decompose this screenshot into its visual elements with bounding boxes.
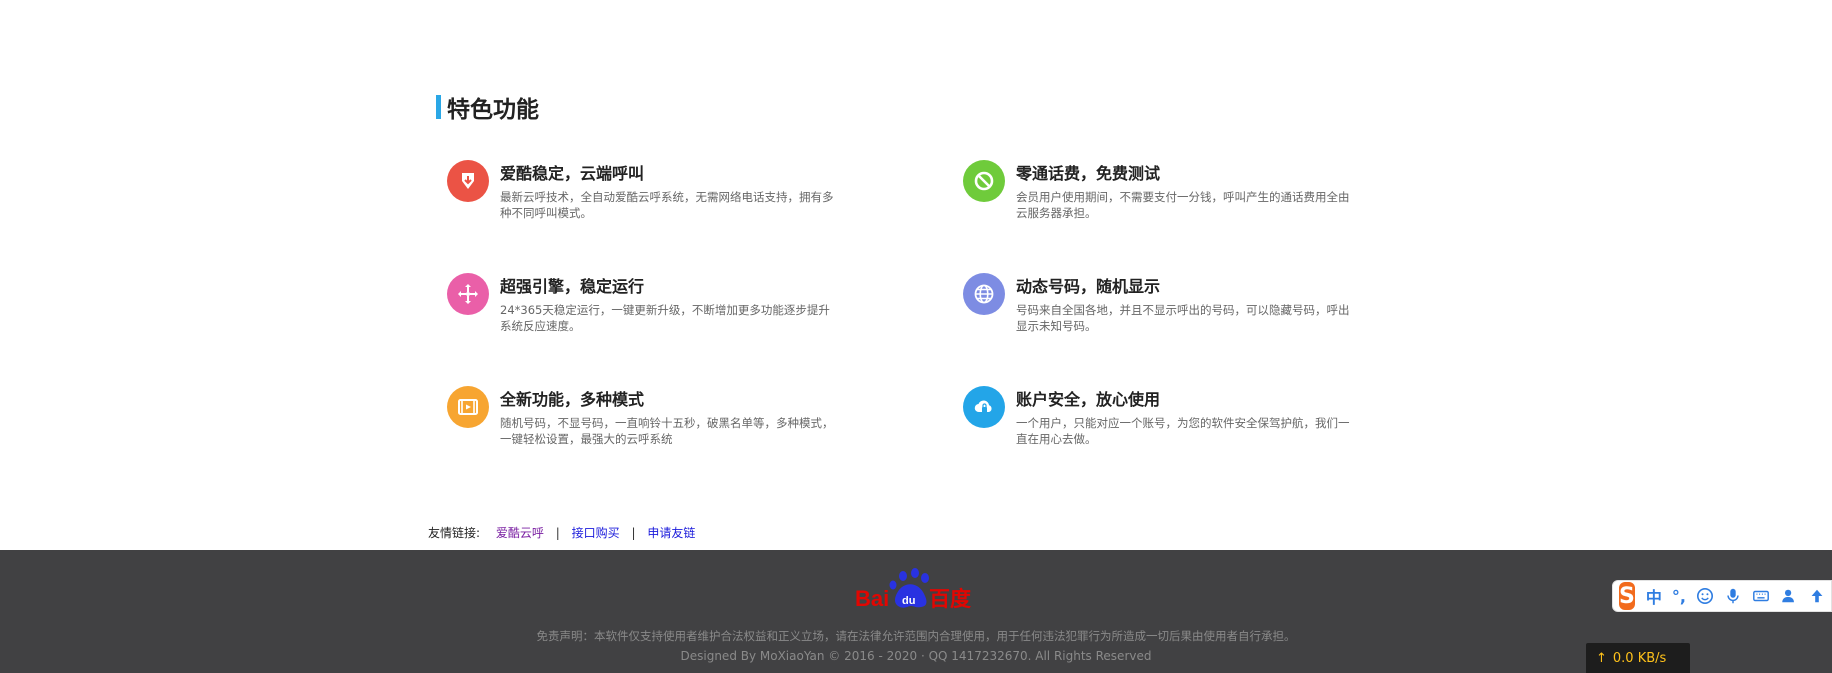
keyboard-icon[interactable] xyxy=(1752,587,1770,605)
friend-link-aiku[interactable]: 爱酷云呼 xyxy=(496,526,544,540)
feature-title: 零通话费，免费测试 xyxy=(1016,164,1161,183)
ime-punctuation-toggle[interactable]: °, xyxy=(1672,587,1686,606)
network-speed-value: 0.0 KB/s xyxy=(1612,650,1667,666)
friend-link-api-purchase[interactable]: 接口购买 xyxy=(572,526,620,540)
film-icon xyxy=(447,386,489,428)
upload-icon[interactable] xyxy=(1808,587,1826,605)
feature-description: 会员用户使用期间，不需要支付一分钱，呼叫产生的通话费用全由云服务器承担。 xyxy=(1016,190,1350,220)
feature-description: 一个用户，只能对应一个账号，为您的软件安全保驾护航，我们一直在用心去做。 xyxy=(1016,416,1350,446)
feature-description: 随机号码，不显号码，一直响铃十五秒，破黑名单等，多种模式，一键轻松设置，最强大的… xyxy=(500,416,834,446)
title-accent-bar xyxy=(436,95,441,119)
feature-description: 最新云呼技术，全自动爱酷云呼系统，无需网络电话支持，拥有多种不同呼叫模式。 xyxy=(500,190,834,220)
section-title: 特色功能 xyxy=(436,90,539,124)
feature-title: 动态号码，随机显示 xyxy=(1016,277,1161,296)
baidu-logo[interactable]: Bai du 百度 xyxy=(855,566,975,612)
emoji-icon[interactable] xyxy=(1696,587,1714,605)
link-separator: | xyxy=(555,526,560,540)
feature-title: 超强引擎，稳定运行 xyxy=(500,277,645,296)
feature-title: 爱酷稳定，云端呼叫 xyxy=(500,164,645,183)
move-arrows-icon xyxy=(447,273,489,315)
globe-icon xyxy=(963,273,1005,315)
logo-text: 百度 xyxy=(929,587,971,611)
feature-title: 账户安全，放心使用 xyxy=(1016,390,1161,409)
cloud-lock-icon xyxy=(963,386,1005,428)
network-speed-widget: ↑ 0.0 KB/s xyxy=(1586,643,1690,673)
shield-down-icon xyxy=(447,160,489,202)
ban-icon xyxy=(963,160,1005,202)
copyright-text: Designed By MoXiaoYan © 2016 - 2020 · QQ… xyxy=(680,649,1152,663)
feature-description: 24*365天稳定运行，一键更新升级，不断增加更多功能逐步提升系统反应速度。 xyxy=(500,303,830,333)
ime-mode-toggle[interactable]: 中 xyxy=(1646,584,1662,608)
friend-link-apply[interactable]: 申请友链 xyxy=(647,526,695,540)
site-footer: Bai du 百度 免责声明：本软件仅支持使用者维护合法权益和正义立场，请在法律… xyxy=(0,550,1832,673)
sogou-logo-icon[interactable]: S xyxy=(1619,582,1635,610)
friend-links: 友情链接: 爱酷云呼 | 接口购买 | 申请友链 xyxy=(428,524,695,541)
disclaimer-text: 免责声明：本软件仅支持使用者维护合法权益和正义立场，请在法律允许范围内合理使用，… xyxy=(536,629,1296,643)
feature-description: 号码来自全国各地，并且不显示呼出的号码，可以隐藏号码，呼出显示未知号码。 xyxy=(1016,303,1350,333)
friend-links-label: 友情链接: xyxy=(428,526,481,540)
ime-toolbar[interactable]: S 中 °, xyxy=(1612,580,1832,612)
logo-text: du xyxy=(902,595,915,607)
user-icon[interactable] xyxy=(1780,587,1798,605)
link-separator: | xyxy=(631,526,636,540)
feature-title: 全新功能，多种模式 xyxy=(500,390,645,409)
upload-arrow-icon: ↑ xyxy=(1596,650,1607,666)
logo-text: Bai xyxy=(855,586,889,611)
section-title-text: 特色功能 xyxy=(447,97,539,123)
microphone-icon[interactable] xyxy=(1724,587,1742,605)
